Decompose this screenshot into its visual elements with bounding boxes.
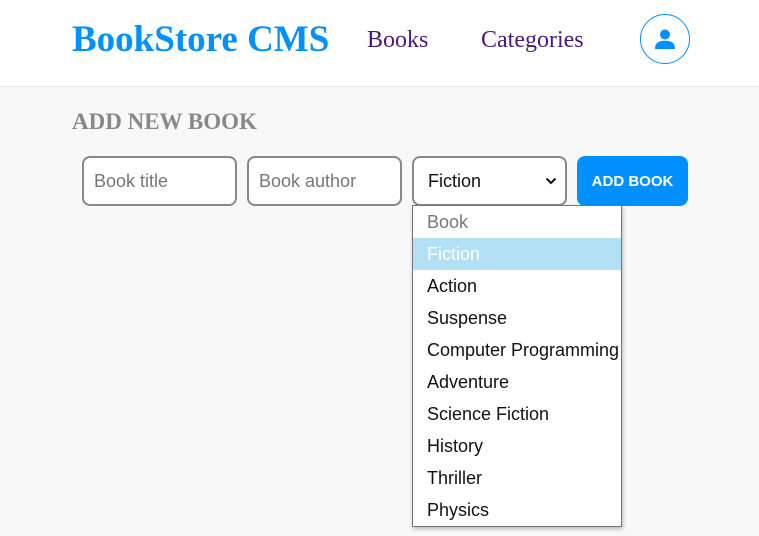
chevron-down-icon <box>545 177 557 185</box>
dropdown-option[interactable]: Adventure <box>413 366 621 398</box>
dropdown-option[interactable]: Computer Programming <box>413 334 621 366</box>
dropdown-option[interactable]: History <box>413 430 621 462</box>
category-select[interactable]: Fiction <box>412 156 567 206</box>
dropdown-option[interactable]: Science Fiction <box>413 398 621 430</box>
nav-books-link[interactable]: Books <box>367 24 428 56</box>
add-book-button[interactable]: ADD BOOK <box>577 156 688 206</box>
nav-categories-link[interactable]: Categories <box>481 24 584 56</box>
dropdown-option: Book <box>427 212 469 232</box>
category-select-value: Fiction <box>428 170 482 191</box>
dropdown-option[interactable]: Suspense <box>413 302 621 334</box>
user-avatar-button[interactable] <box>640 14 690 64</box>
app-header: BookStore CMS Books Categories <box>0 0 759 87</box>
user-icon <box>655 29 675 49</box>
book-author-input[interactable] <box>247 156 402 206</box>
dropdown-option[interactable]: Fiction <box>413 238 621 270</box>
add-book-heading: ADD NEW BOOK <box>72 109 257 134</box>
book-title-input[interactable] <box>82 156 237 206</box>
app-logo[interactable]: BookStore CMS <box>72 18 329 62</box>
dropdown-option[interactable]: Action <box>413 270 621 302</box>
category-dropdown-list: Book Fiction Action Suspense Computer Progra… <box>412 205 622 527</box>
dropdown-option[interactable]: Thriller <box>413 462 621 494</box>
dropdown-option[interactable]: Physics <box>413 494 621 526</box>
